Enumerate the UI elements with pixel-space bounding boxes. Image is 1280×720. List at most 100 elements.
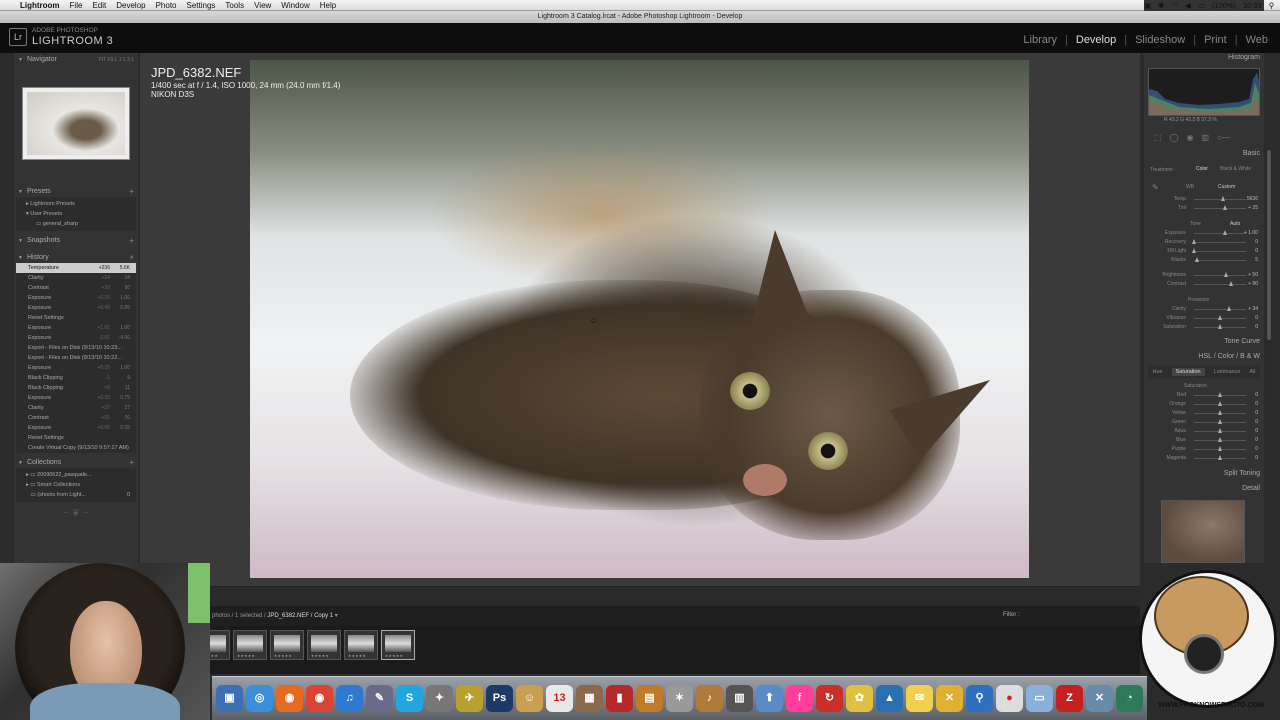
photobooth-icon[interactable]: ▮ (606, 685, 633, 712)
module-develop[interactable]: Develop (1076, 34, 1116, 46)
slider-knob[interactable] (1218, 315, 1222, 320)
menu-view[interactable]: View (254, 1, 271, 10)
flickr-icon[interactable]: f (786, 685, 813, 712)
filmstrip-thumb[interactable]: ★★★★★ (381, 630, 415, 660)
preview-icon[interactable]: ▣ (216, 685, 243, 712)
notes-icon[interactable]: ✉ (906, 685, 933, 712)
slider-value[interactable]: + 90 (1248, 281, 1258, 287)
slider-knob[interactable] (1194, 257, 1199, 262)
slider-value[interactable]: 0 (1255, 437, 1258, 443)
safari-icon[interactable]: ◎ (246, 685, 273, 712)
slider-blue[interactable]: Blue 0 (1150, 436, 1258, 445)
detail-preview[interactable] (1161, 500, 1245, 563)
slider-value[interactable]: 0 (1255, 324, 1258, 330)
history-item[interactable]: Exposure +0.20 0.75 (16, 393, 136, 403)
slider-value[interactable]: 0 (1255, 455, 1258, 461)
menu-help[interactable]: Help (320, 1, 336, 10)
snapshots-header[interactable]: ▼ Snapshots + (14, 235, 138, 246)
camera-icon[interactable]: ▣ (1144, 1, 1151, 10)
hsl-title[interactable]: HSL / Color / B & W (1198, 353, 1260, 360)
clapper-icon[interactable]: ▥ (726, 685, 753, 712)
slider-knob[interactable] (1192, 248, 1196, 253)
histogram-chart[interactable] (1148, 68, 1260, 116)
slider-value[interactable]: 0 (1255, 410, 1258, 416)
slider-value[interactable]: 0 (1255, 401, 1258, 407)
history-item[interactable]: Clarity +27 27 (16, 403, 136, 413)
slider-brightness[interactable]: Brightness + 50 (1150, 271, 1258, 280)
slider-track[interactable] (1194, 260, 1246, 261)
slider-track[interactable] (1194, 284, 1246, 285)
auto-tone-button[interactable]: Auto (1230, 221, 1240, 227)
crop-icon[interactable]: ⬚ (1154, 133, 1162, 142)
presets-header[interactable]: ▼ Presets + (14, 186, 138, 197)
chrome-icon[interactable]: ◉ (306, 685, 333, 712)
filmstrip-thumb[interactable]: ★★★★★ (307, 630, 341, 660)
slider-track[interactable] (1194, 275, 1246, 276)
history-item[interactable]: Create Virtual Copy (9/13/10 9:57:17 AM) (16, 443, 136, 453)
graduated-filter-icon[interactable]: ▥ (1202, 133, 1210, 142)
slider-knob[interactable] (1223, 230, 1228, 235)
hsl-tab-luminance[interactable]: Luminance (1214, 369, 1241, 375)
wifi-icon[interactable]: ◠ (1171, 1, 1178, 10)
collections-header[interactable]: ▼ Collections + (14, 457, 138, 468)
develop-toolbar[interactable] (140, 586, 1140, 606)
guitar-icon[interactable]: ♪ (696, 685, 723, 712)
slider-track[interactable] (1194, 251, 1246, 252)
hsl-tab-saturation[interactable]: Saturation (1171, 368, 1205, 376)
star-icon[interactable]: ✶ (666, 685, 693, 712)
stocks-icon[interactable]: ▲ (876, 685, 903, 712)
slider-knob[interactable] (1218, 455, 1222, 460)
volume-icon[interactable]: ◀ (1185, 1, 1191, 10)
slider-value[interactable]: 5 (1255, 257, 1258, 263)
skype-icon[interactable]: S (396, 685, 423, 712)
history-item[interactable]: Contrast +30 90 (16, 283, 136, 293)
bird-icon[interactable]: ✈ (456, 685, 483, 712)
treatment-bw-button[interactable]: Black & White (1220, 166, 1251, 172)
list-item[interactable]: ▭ (shoots from Light... 0 (16, 490, 136, 500)
slider-vibrance[interactable]: Vibrance 0 (1150, 314, 1258, 323)
history-item[interactable]: Contrast +31 76 (16, 413, 136, 423)
history-header[interactable]: ▼ History × (14, 252, 138, 263)
slider-red[interactable]: Red 0 (1150, 391, 1258, 400)
sync-icon[interactable]: ↻ (816, 685, 843, 712)
slider-fill-light[interactable]: Fill Light 0 (1150, 247, 1258, 256)
slider-value[interactable]: 0 (1255, 446, 1258, 452)
tools-icon[interactable]: ✕ (936, 685, 963, 712)
list-item[interactable]: ▸ ▭ Smart Collections (16, 480, 136, 490)
module-slideshow[interactable]: Slideshow (1135, 34, 1185, 46)
slider-knob[interactable] (1218, 392, 1222, 397)
fruit-icon[interactable]: ✿ (846, 685, 873, 712)
slider-knob[interactable] (1223, 205, 1228, 210)
history-item[interactable]: Exposure +0.25 1.00 (16, 363, 136, 373)
menu-window[interactable]: Window (281, 1, 309, 10)
add-preset-icon[interactable]: + (129, 187, 134, 196)
list-item[interactable]: ▭ general_sharp (16, 219, 136, 229)
slider-track[interactable] (1194, 208, 1246, 209)
menu-file[interactable]: File (70, 1, 83, 10)
firefox-icon[interactable]: ◉ (276, 685, 303, 712)
history-item[interactable]: Reset Settings (16, 433, 136, 443)
slider-saturation[interactable]: Saturation 0 (1150, 323, 1258, 332)
slider-knob[interactable] (1224, 272, 1229, 277)
slider-track[interactable] (1194, 242, 1246, 243)
slider-knob[interactable] (1218, 428, 1222, 433)
bluetooth-icon[interactable]: ✱ (1158, 1, 1164, 10)
slider-value[interactable]: 0 (1255, 428, 1258, 434)
slider-exposure[interactable]: Exposure + 1.00 (1150, 229, 1258, 238)
slider-value[interactable]: 0 (1255, 392, 1258, 398)
list-item[interactable]: ▸ Lightroom Presets (16, 199, 136, 209)
history-item[interactable]: Clarity +24 34 (16, 273, 136, 283)
filmstrip-thumb[interactable]: ★★★★★ (270, 630, 304, 660)
spotlight-icon[interactable]: ⚲ (1269, 1, 1275, 10)
slider-value[interactable]: 0 (1255, 315, 1258, 321)
navigator-preview[interactable] (22, 87, 130, 160)
menu-photo[interactable]: Photo (156, 1, 177, 10)
menu-lightroom[interactable]: Lightroom (20, 1, 60, 10)
menu-tools[interactable]: Tools (225, 1, 244, 10)
slider-track[interactable] (1194, 309, 1246, 310)
menu-edit[interactable]: Edit (92, 1, 106, 10)
history-item[interactable]: Black Clipping -1 9 (16, 373, 136, 383)
adjustment-brush-icon[interactable]: ○— (1217, 133, 1230, 142)
slider-value[interactable]: + 34 (1248, 306, 1258, 312)
slider-knob[interactable] (1218, 324, 1222, 329)
